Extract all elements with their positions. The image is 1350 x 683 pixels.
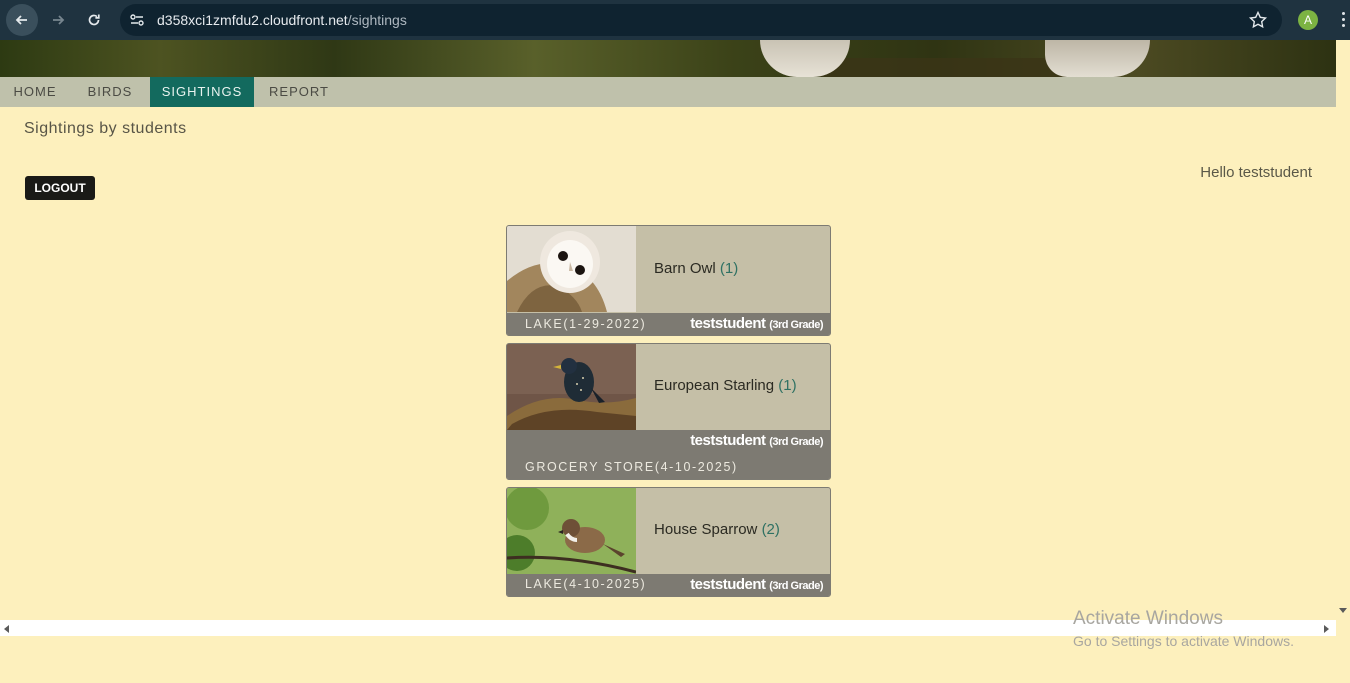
url-host: d358xci1zmfdu2.cloudfront.net (157, 12, 348, 28)
scroll-left-icon[interactable] (4, 625, 9, 633)
sighting-count: (1) (719, 260, 739, 277)
scroll-down-icon[interactable] (1339, 608, 1347, 613)
student-grade: (3rd Grade) (769, 319, 823, 331)
back-button[interactable] (6, 4, 38, 36)
sighting-count: (1) (778, 377, 797, 394)
student-name: teststudent (3rd Grade) (690, 576, 823, 593)
sighting-card[interactable]: Barn Owl (1) LAKE(1-29-2022) teststudent… (506, 225, 831, 336)
url-path: /sightings (347, 12, 407, 28)
student-name: teststudent (3rd Grade) (690, 432, 823, 449)
sighting-location: LAKE(4-10-2025) (525, 577, 647, 591)
student-name: teststudent (3rd Grade) (690, 315, 823, 332)
logout-button[interactable]: LOGOUT (25, 176, 95, 200)
browser-toolbar: d358xci1zmfdu2.cloudfront.net/sightings … (0, 0, 1350, 40)
nav-home[interactable]: HOME (0, 77, 70, 107)
address-bar[interactable]: d358xci1zmfdu2.cloudfront.net/sightings (120, 4, 1282, 36)
url-text[interactable]: d358xci1zmfdu2.cloudfront.net/sightings (157, 12, 407, 28)
arrow-left-icon (15, 15, 27, 25)
forward-button[interactable] (42, 4, 74, 36)
arrow-right-icon (53, 15, 65, 25)
site-settings-icon[interactable] (128, 11, 146, 29)
student-grade: (3rd Grade) (769, 580, 823, 592)
scroll-right-icon[interactable] (1324, 625, 1329, 633)
profile-avatar[interactable]: A (1298, 10, 1318, 30)
nav-report[interactable]: REPORT (254, 77, 344, 107)
house-sparrow-photo (507, 488, 636, 574)
sighting-card[interactable]: European Starling (1) teststudent (3rd G… (506, 343, 831, 480)
reload-icon (88, 14, 100, 26)
menu-kebab-icon[interactable] (1338, 10, 1348, 30)
watermark-title: Activate Windows (1073, 608, 1223, 629)
student-grade: (3rd Grade) (769, 436, 823, 448)
greeting-text: Hello teststudent (1200, 164, 1312, 181)
barn-owl-photo (507, 226, 636, 312)
header-banner-image (0, 40, 1336, 77)
card-footer: LAKE(4-10-2025) teststudent (3rd Grade) (507, 574, 830, 596)
bird-name: Barn Owl (1) (654, 260, 739, 277)
sighting-location: GROCERY STORE(4-10-2025) (525, 460, 738, 474)
main-nav: HOME BIRDS SIGHTINGS REPORT (0, 77, 1336, 107)
nav-birds[interactable]: BIRDS (70, 77, 150, 107)
sighting-card[interactable]: House Sparrow (2) LAKE(4-10-2025) testst… (506, 487, 831, 597)
reload-button[interactable] (78, 4, 110, 36)
card-footer: LAKE(1-29-2022) teststudent (3rd Grade) (507, 313, 830, 335)
european-starling-photo (507, 344, 636, 430)
page-title: Sightings by students (24, 120, 187, 137)
activate-windows-watermark: Activate Windows Go to Settings to activ… (1073, 608, 1294, 649)
bird-name: European Starling (1) (654, 377, 797, 394)
nav-sightings[interactable]: SIGHTINGS (150, 77, 254, 107)
bookmark-star-icon[interactable] (1248, 10, 1268, 30)
card-footer: teststudent (3rd Grade) GROCERY STORE(4-… (507, 430, 830, 479)
watermark-subtitle: Go to Settings to activate Windows. (1073, 633, 1294, 649)
sighting-location: LAKE(1-29-2022) (525, 317, 647, 331)
sighting-count: (2) (761, 521, 780, 538)
bird-name: House Sparrow (2) (654, 521, 780, 538)
